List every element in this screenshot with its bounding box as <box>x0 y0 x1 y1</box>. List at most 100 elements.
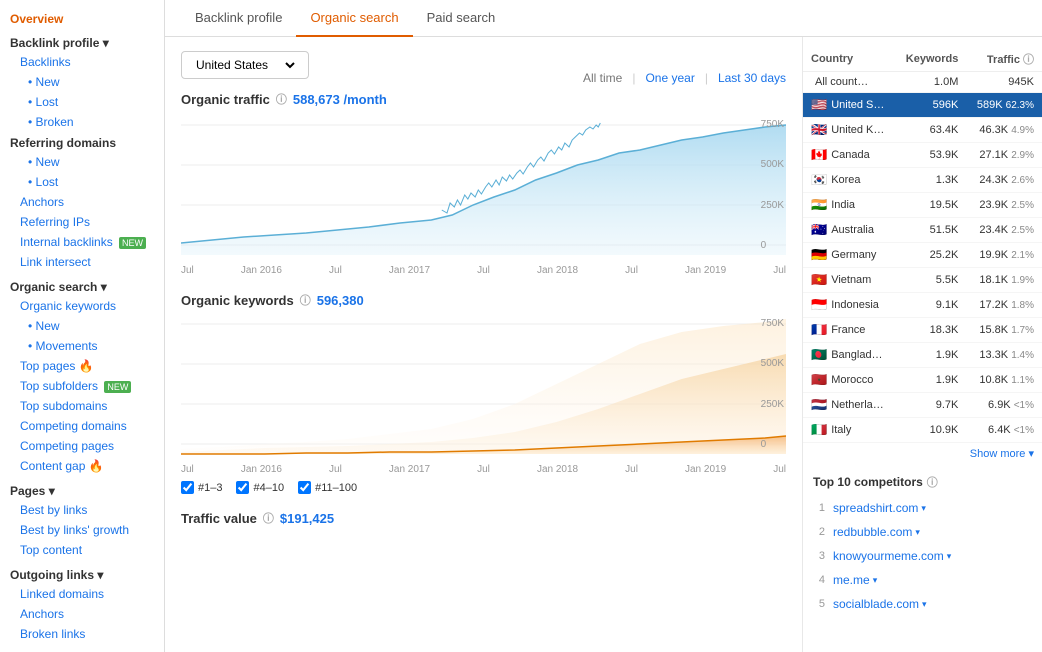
country-table-row[interactable]: All count… 1.0M 945K <box>803 72 1042 93</box>
tab-bar: Backlink profile Organic search Paid sea… <box>165 0 1042 37</box>
tab-backlink-profile[interactable]: Backlink profile <box>181 0 296 37</box>
country-table-row[interactable]: 🇦🇺 Australia 51.5K 23.4K 2.5% <box>803 218 1042 243</box>
sidebar-linked-domains[interactable]: Linked domains <box>0 584 164 604</box>
sidebar-best-by-links[interactable]: Best by links <box>0 500 164 520</box>
country-table-row[interactable]: 🇮🇹 Italy 10.9K 6.4K <1% <box>803 418 1042 443</box>
country-flag: 🇦🇺 <box>811 222 827 238</box>
organic-keywords-info-icon[interactable]: ⓘ <box>300 292 311 308</box>
country-table-row[interactable]: 🇨🇦 Canada 53.9K 27.1K 2.9% <box>803 143 1042 168</box>
keywords-cell: 51.5K <box>895 218 966 243</box>
country-flag: 🇺🇸 <box>811 97 827 113</box>
sidebar-overview[interactable]: Overview <box>0 8 164 32</box>
sidebar-referring-lost[interactable]: • Lost <box>0 172 164 192</box>
country-name-text: Banglad… <box>831 349 882 361</box>
show-more-button[interactable]: Show more ▾ <box>803 443 1042 464</box>
sidebar-organic-movements[interactable]: • Movements <box>0 336 164 356</box>
country-cell: 🇮🇩 Indonesia <box>803 293 895 318</box>
sidebar-organic-keywords[interactable]: Organic keywords <box>0 296 164 316</box>
sidebar-anchors[interactable]: Anchors <box>0 192 164 212</box>
time-filter-group: All time | One year | Last 30 days <box>583 71 786 85</box>
sidebar-top-content[interactable]: Top content <box>0 540 164 560</box>
country-flag: 🇮🇳 <box>811 197 827 213</box>
sidebar-top-subdomains[interactable]: Top subdomains <box>0 396 164 416</box>
sidebar-top-subfolders[interactable]: Top subfolders NEW <box>0 376 164 396</box>
competitors-info-icon[interactable]: ⓘ <box>927 474 938 490</box>
legend-4-10[interactable]: #4–10 <box>236 481 284 494</box>
country-table: Country Keywords Traffic ⓘ All count… 1.… <box>803 47 1042 443</box>
competitor-link[interactable]: knowyourmeme.com ▾ <box>833 549 951 563</box>
country-table-row[interactable]: 🇬🇧 United K… 63.4K 46.3K 4.9% <box>803 118 1042 143</box>
country-table-row[interactable]: 🇲🇦 Morocco 1.9K 10.8K 1.1% <box>803 368 1042 393</box>
competitor-link[interactable]: socialblade.com ▾ <box>833 597 927 611</box>
country-table-row[interactable]: 🇳🇱 Netherla… 9.7K 6.9K <1% <box>803 393 1042 418</box>
organic-traffic-info-icon[interactable]: ⓘ <box>276 91 287 107</box>
country-name-text: Netherla… <box>831 399 884 411</box>
tab-organic-search[interactable]: Organic search <box>296 0 412 37</box>
legend-1-3-checkbox[interactable] <box>181 481 194 494</box>
sidebar-outgoing-links[interactable]: Outgoing links ▾ <box>0 564 164 584</box>
sidebar-backlink-profile[interactable]: Backlink profile ▾ <box>0 32 164 52</box>
country-table-row[interactable]: 🇫🇷 France 18.3K 15.8K 1.7% <box>803 318 1042 343</box>
right-panel: Country Keywords Traffic ⓘ All count… 1.… <box>802 37 1042 652</box>
competitor-item: 1 spreadshirt.com ▾ <box>803 496 1042 520</box>
competitor-link[interactable]: spreadshirt.com ▾ <box>833 501 926 515</box>
sidebar-best-by-links-growth[interactable]: Best by links' growth <box>0 520 164 540</box>
country-name-text: France <box>831 324 865 336</box>
sidebar-backlinks-broken[interactable]: • Broken <box>0 112 164 132</box>
sidebar-competing-domains[interactable]: Competing domains <box>0 416 164 436</box>
competitor-link[interactable]: redbubble.com ▾ <box>833 525 920 539</box>
country-table-row[interactable]: 🇻🇳 Vietnam 5.5K 18.1K 1.9% <box>803 268 1042 293</box>
sidebar-broken-links[interactable]: Broken links <box>0 624 164 644</box>
country-table-row[interactable]: 🇺🇸 United S… 596K 589K 62.3% <box>803 93 1042 118</box>
country-flag: 🇮🇩 <box>811 297 827 313</box>
country-table-row[interactable]: 🇮🇩 Indonesia 9.1K 17.2K 1.8% <box>803 293 1042 318</box>
sidebar-link-intersect[interactable]: Link intersect <box>0 252 164 272</box>
sidebar-backlinks-new[interactable]: • New <box>0 72 164 92</box>
sidebar-referring-new[interactable]: • New <box>0 152 164 172</box>
country-selector[interactable]: United States All countries United Kingd… <box>181 51 309 79</box>
legend-4-10-checkbox[interactable] <box>236 481 249 494</box>
traffic-value-info-icon[interactable]: ⓘ <box>263 510 274 526</box>
country-table-row[interactable]: 🇰🇷 Korea 1.3K 24.3K 2.6% <box>803 168 1042 193</box>
traffic-col-info[interactable]: ⓘ <box>1023 54 1034 66</box>
country-select-input[interactable]: United States All countries United Kingd… <box>192 57 298 73</box>
legend-11-100-checkbox[interactable] <box>298 481 311 494</box>
country-table-row[interactable]: 🇧🇩 Banglad… 1.9K 13.3K 1.4% <box>803 343 1042 368</box>
traffic-cell: 24.3K 2.6% <box>966 168 1042 193</box>
competitor-item: 2 redbubble.com ▾ <box>803 520 1042 544</box>
sidebar-backlinks[interactable]: Backlinks <box>0 52 164 72</box>
country-name-text: India <box>831 199 855 211</box>
country-flag: 🇰🇷 <box>811 172 827 188</box>
time-filter-all[interactable]: All time <box>583 71 622 85</box>
sidebar-competing-pages[interactable]: Competing pages <box>0 436 164 456</box>
time-filter-one-year[interactable]: One year <box>645 71 694 85</box>
tab-paid-search[interactable]: Paid search <box>413 0 510 37</box>
sidebar-content-gap[interactable]: Content gap 🔥 <box>0 456 164 476</box>
traffic-cell: 6.9K <1% <box>966 393 1042 418</box>
col-keywords: Keywords <box>895 47 966 72</box>
sidebar-referring-ips[interactable]: Referring IPs <box>0 212 164 232</box>
time-filter-30-days[interactable]: Last 30 days <box>718 71 786 85</box>
sidebar-paid-search[interactable]: Paid search ▾ <box>0 648 164 652</box>
sidebar-referring-domains[interactable]: Referring domains <box>0 132 164 152</box>
competitor-item: 4 me.me ▾ <box>803 568 1042 592</box>
keywords-cell: 19.5K <box>895 193 966 218</box>
country-cell: All count… <box>803 72 895 93</box>
sidebar-anchors-out[interactable]: Anchors <box>0 604 164 624</box>
competitor-link[interactable]: me.me ▾ <box>833 573 877 587</box>
sidebar-pages[interactable]: Pages ▾ <box>0 480 164 500</box>
sidebar-organic-new[interactable]: • New <box>0 316 164 336</box>
sidebar-organic-search[interactable]: Organic search ▾ <box>0 276 164 296</box>
traffic-cell: 18.1K 1.9% <box>966 268 1042 293</box>
sidebar-internal-backlinks[interactable]: Internal backlinks NEW <box>0 232 164 252</box>
keywords-cell: 53.9K <box>895 143 966 168</box>
competitor-num: 5 <box>813 598 825 610</box>
organic-keywords-label: Organic keywords <box>181 293 294 308</box>
country-table-row[interactable]: 🇮🇳 India 19.5K 23.9K 2.5% <box>803 193 1042 218</box>
traffic-y-labels: 750K500K250K0 <box>759 115 786 255</box>
country-table-row[interactable]: 🇩🇪 Germany 25.2K 19.9K 2.1% <box>803 243 1042 268</box>
legend-11-100[interactable]: #11–100 <box>298 481 357 494</box>
sidebar-backlinks-lost[interactable]: • Lost <box>0 92 164 112</box>
sidebar-top-pages[interactable]: Top pages 🔥 <box>0 356 164 376</box>
legend-1-3[interactable]: #1–3 <box>181 481 222 494</box>
